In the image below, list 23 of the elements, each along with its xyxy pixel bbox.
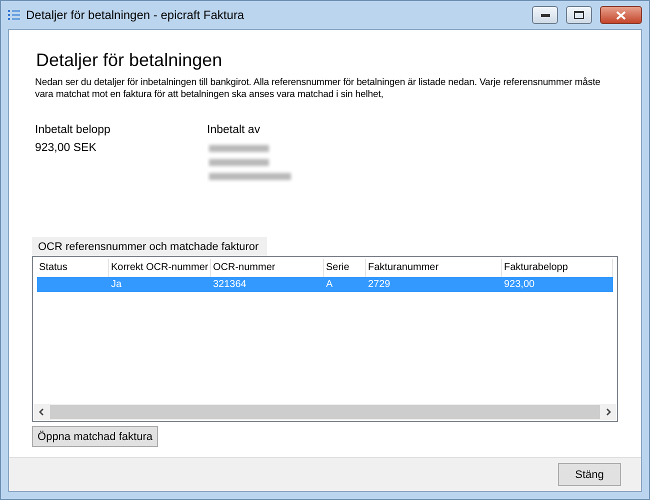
window-title: Detaljer för betalningen - epicraft Faktura <box>26 8 246 22</box>
horizontal-scrollbar[interactable] <box>34 404 616 420</box>
list-icon <box>8 9 20 21</box>
close-button[interactable] <box>600 6 642 24</box>
close-icon <box>616 10 626 20</box>
table-cell-text: 2729 <box>367 279 392 290</box>
description: Nedan ser du detaljer för inbetalningen till bankgirot. Alla referensnummer för betalningen är listade nedan. Varje referensnummer måste vara matchat mot en faktura för att betalningen ska anses vara matchad i sin helhet, <box>35 77 602 101</box>
minimize-button[interactable] <box>532 6 558 24</box>
table-cell-text: 321364 <box>212 279 248 290</box>
group-tab[interactable]: OCR referensnummer och matchade fakturor <box>32 237 267 256</box>
table-cell-text: 923,00 <box>503 279 536 290</box>
maximize-button[interactable] <box>566 6 592 24</box>
maximize-icon <box>574 11 584 19</box>
amount-value: 923,00 SEK <box>35 142 98 154</box>
payer-label: Inbetalt av <box>207 124 262 136</box>
scrollbar-thumb[interactable] <box>50 405 600 419</box>
open-invoice-button[interactable]: Öppna matchad faktura <box>32 426 158 447</box>
minimize-icon <box>540 14 550 16</box>
close-dialog-button[interactable]: Stäng <box>558 463 621 486</box>
heading: Detaljer för betalningen <box>36 50 224 71</box>
table-cell-text: Ja <box>110 279 123 290</box>
amount-label: Inbetalt belopp <box>35 124 112 136</box>
table-cell-text: A <box>325 279 334 290</box>
